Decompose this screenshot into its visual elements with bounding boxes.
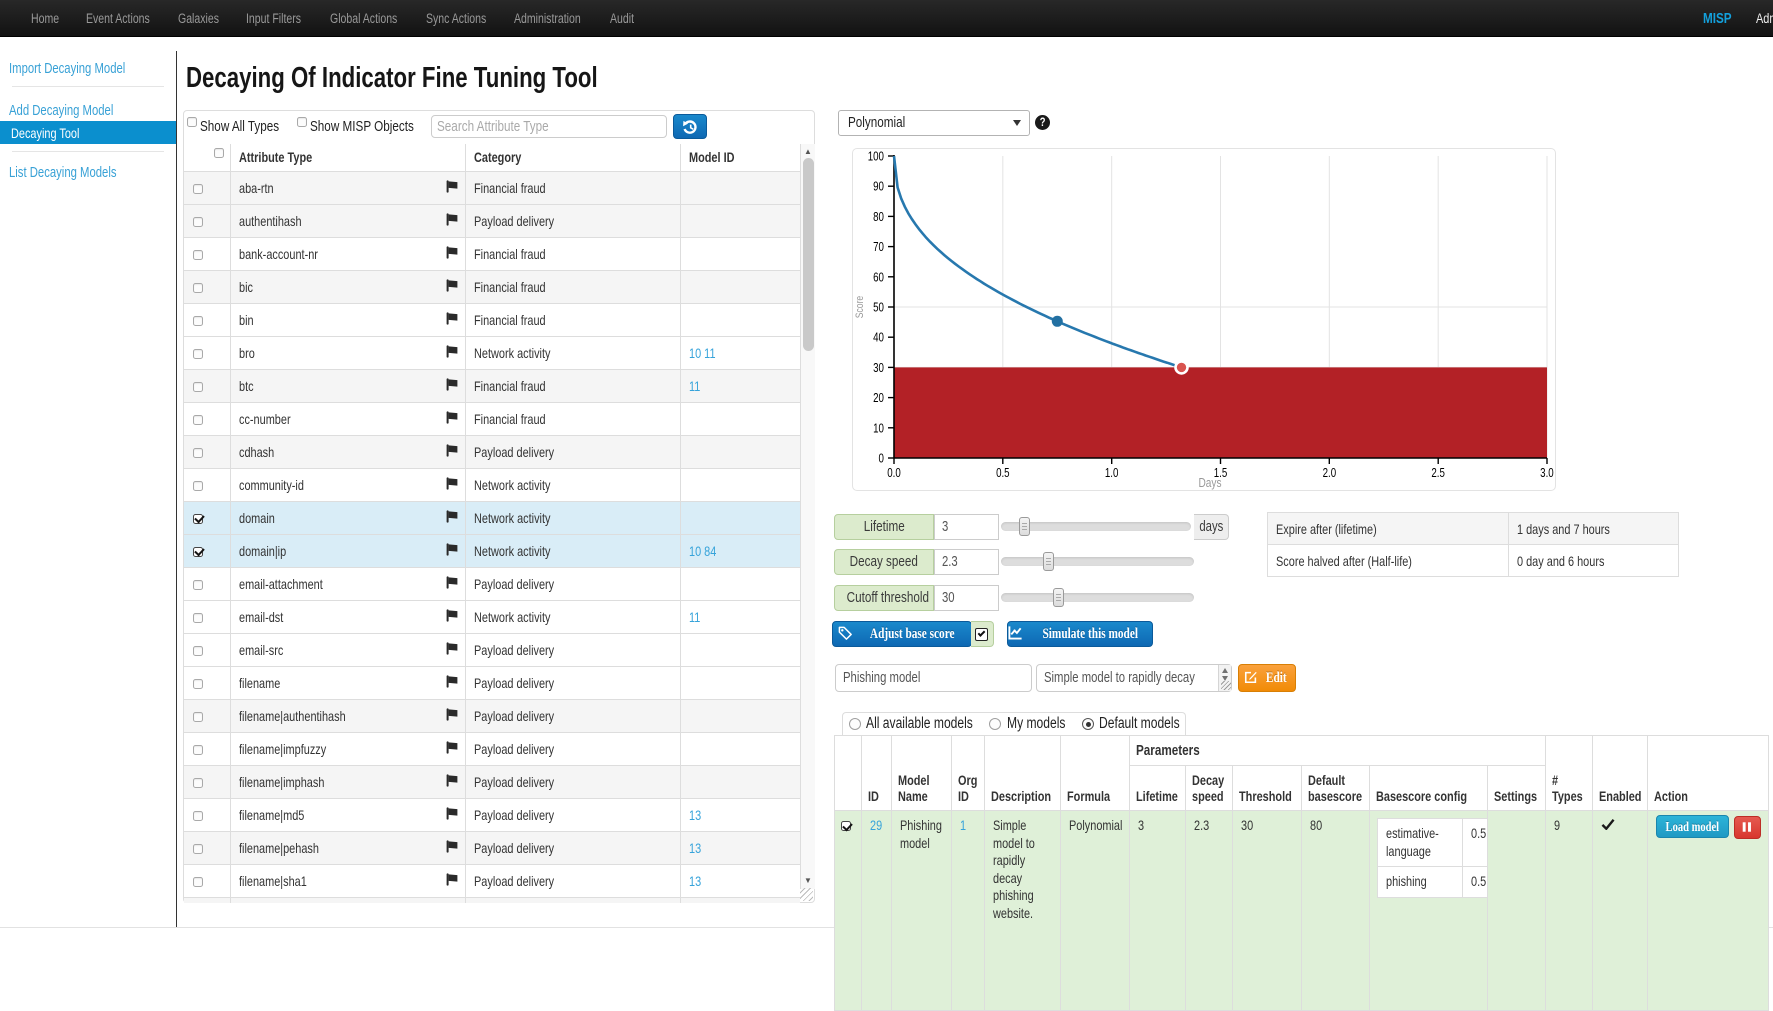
svg-text:0.5: 0.5 — [996, 467, 1010, 480]
svg-text:10: 10 — [873, 422, 884, 435]
svg-text:Score: Score — [854, 295, 866, 318]
svg-text:90: 90 — [873, 181, 884, 194]
svg-text:100: 100 — [868, 150, 884, 163]
svg-text:40: 40 — [873, 332, 884, 345]
svg-text:60: 60 — [873, 271, 884, 284]
svg-text:2.5: 2.5 — [1431, 467, 1445, 480]
svg-text:1.0: 1.0 — [1105, 467, 1119, 480]
svg-text:2.0: 2.0 — [1323, 467, 1337, 480]
svg-text:3.0: 3.0 — [1540, 467, 1554, 480]
svg-text:70: 70 — [873, 241, 884, 254]
svg-text:0: 0 — [879, 452, 884, 465]
svg-text:0.0: 0.0 — [887, 467, 901, 480]
svg-text:20: 20 — [873, 392, 884, 405]
svg-text:Days: Days — [1198, 476, 1221, 490]
svg-text:30: 30 — [873, 362, 884, 375]
svg-text:80: 80 — [873, 211, 884, 224]
svg-text:50: 50 — [873, 301, 884, 314]
